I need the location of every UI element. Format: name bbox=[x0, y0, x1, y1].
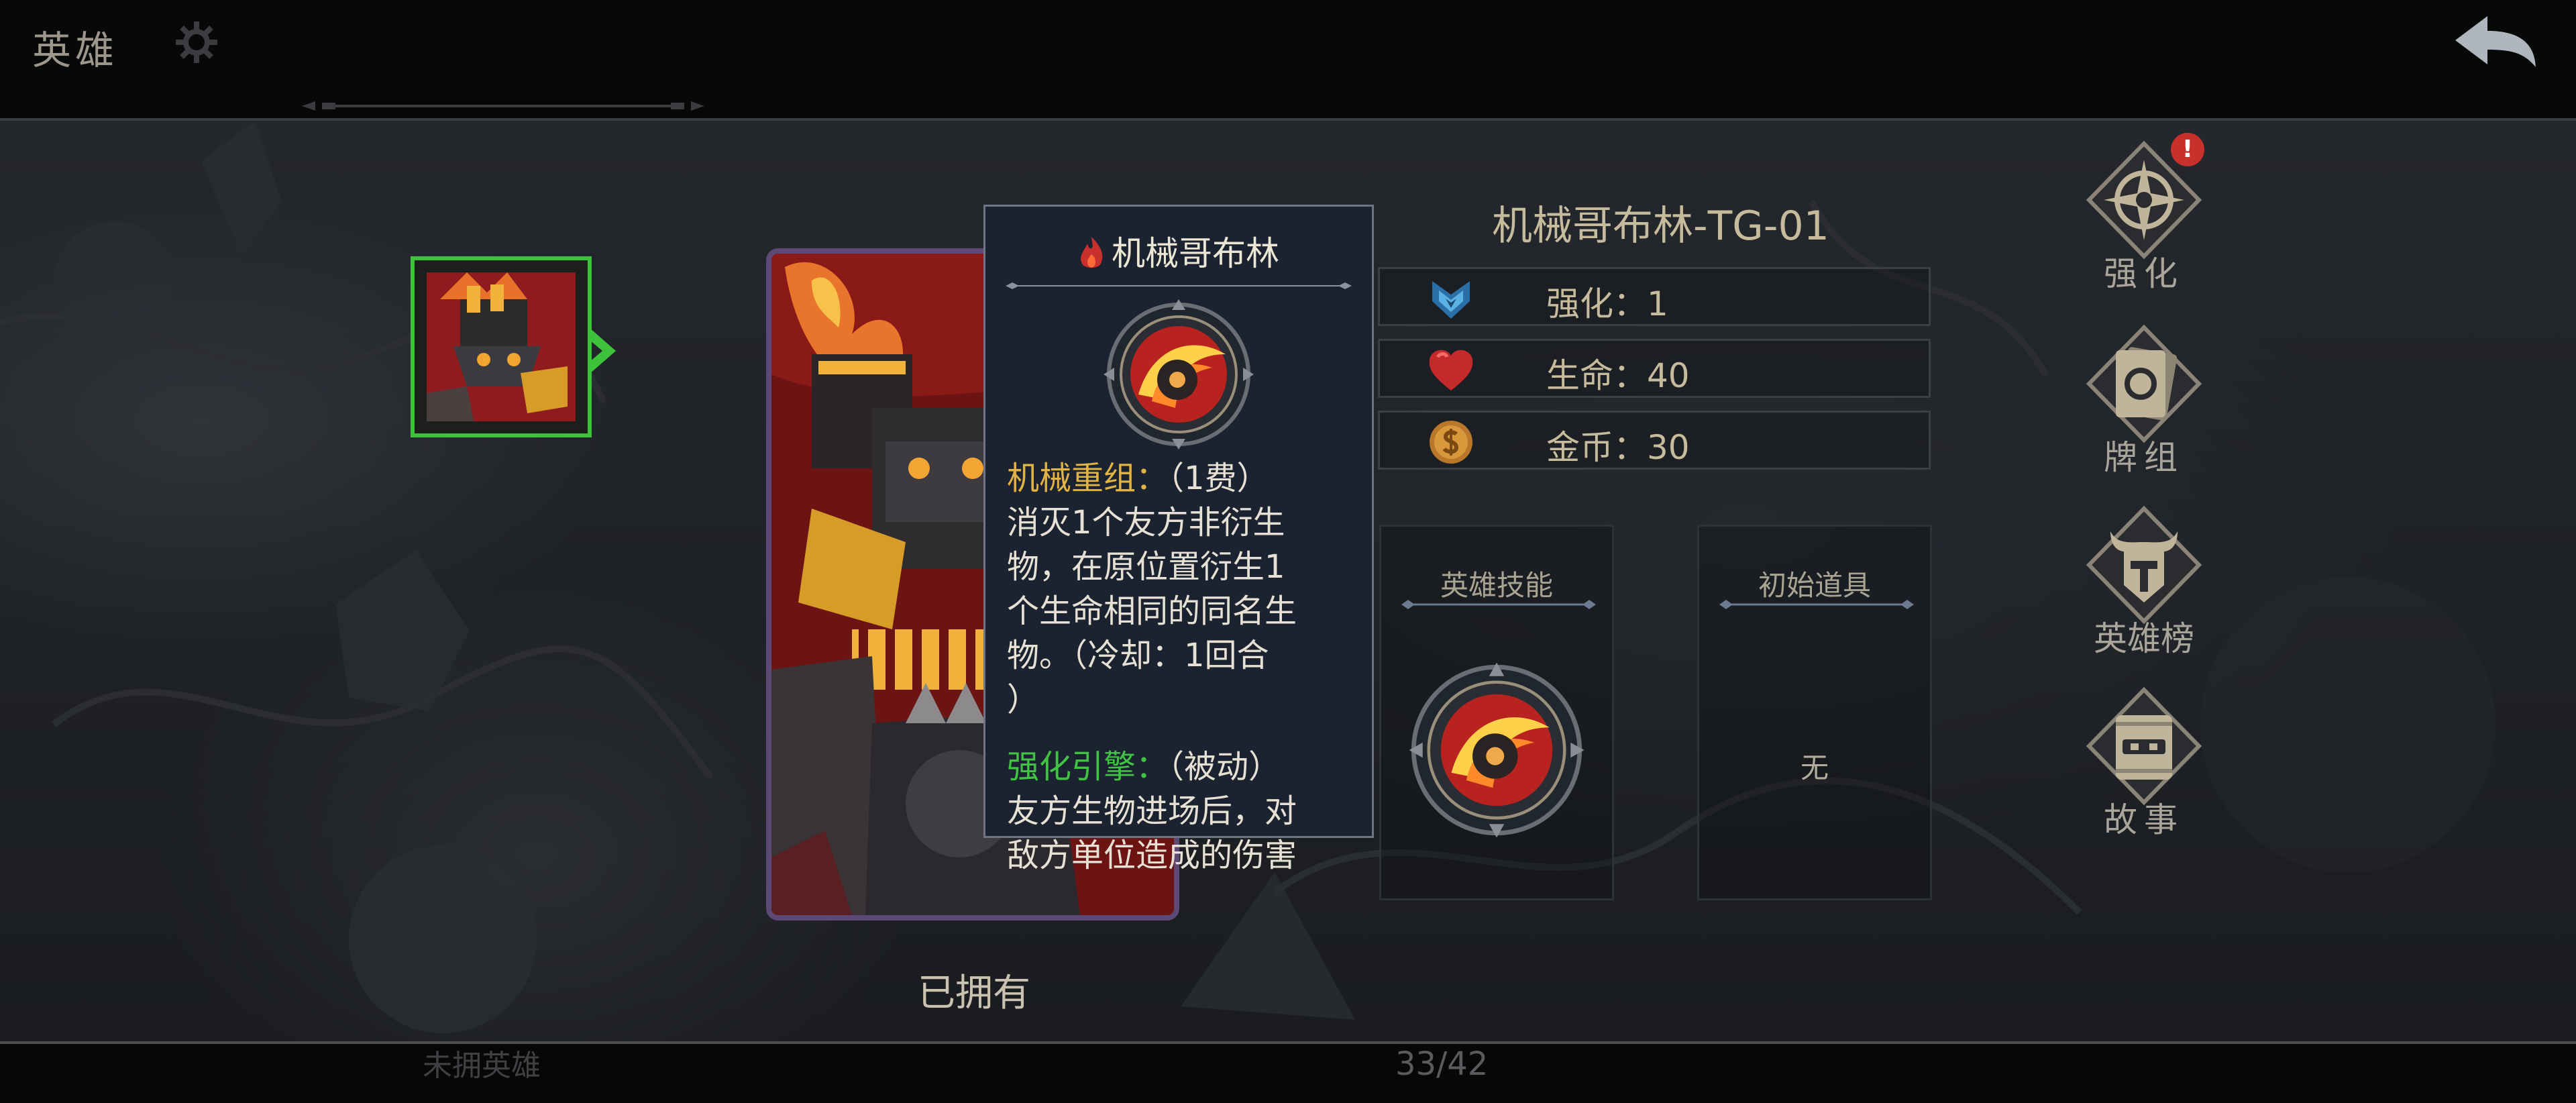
tooltip-header: 机械哥布林 bbox=[985, 227, 1372, 275]
starting-item-panel: 初始道具 无 bbox=[1697, 525, 1932, 900]
coin-icon bbox=[1427, 418, 1475, 466]
tooltip-divider bbox=[1006, 279, 1352, 289]
hero-portrait-image bbox=[427, 272, 576, 421]
bottom-divider bbox=[0, 1041, 2576, 1044]
top-bar: 英雄 bbox=[0, 0, 2576, 121]
cards-icon bbox=[2084, 323, 2204, 444]
skill-emblem-icon bbox=[1098, 294, 1259, 455]
starting-item-title: 初始道具 bbox=[1758, 569, 1871, 602]
skill1-line: 消灭1个友方非衍生 bbox=[1007, 504, 1285, 541]
tooltip-description: 机械重组：（1费） 消灭1个友方非衍生 物，在原位置衍生1 个生命相同的同名生 … bbox=[1007, 456, 1356, 878]
unowned-tab-label[interactable]: 未拥英雄 bbox=[423, 1041, 541, 1084]
skill1-cost: （1费） bbox=[1168, 460, 1269, 497]
bottom-bar: 未拥英雄 33/42 bbox=[0, 1041, 2576, 1103]
skill1-line: 物，在原位置衍生1 bbox=[1007, 548, 1285, 586]
nav-deck-button[interactable]: 牌组 bbox=[2077, 323, 2211, 498]
page-indicator: 33/42 bbox=[1395, 1045, 1489, 1083]
notification-badge: ! bbox=[2171, 133, 2204, 166]
stat-upgrade-label: 强化：1 bbox=[1546, 284, 1668, 323]
skill1-heading: 机械重组：（1费） bbox=[1007, 456, 1356, 501]
page-title: 英雄 bbox=[32, 28, 119, 73]
skill2-name: 强化引擎： bbox=[1007, 748, 1169, 786]
upgrade-icon bbox=[1427, 274, 1475, 323]
stat-gold-row: 金币：30 bbox=[1378, 411, 1931, 470]
stat-upgrade-row: 强化：1 bbox=[1378, 267, 1931, 326]
heart-icon bbox=[1427, 346, 1475, 395]
helmet-icon bbox=[2084, 505, 2204, 625]
skill2-line: 敌方单位造成的伤害 bbox=[1007, 837, 1297, 874]
skill2-heading: 强化引擎：（被动） bbox=[1007, 745, 1356, 789]
hero-skill-panel: 英雄技能 bbox=[1379, 525, 1614, 900]
skill2-type: （被动） bbox=[1168, 748, 1281, 786]
nav-story-label: 故事 bbox=[2104, 800, 2184, 839]
panel-divider bbox=[1401, 599, 1596, 609]
hero-name: 机械哥布林-TG-01 bbox=[1492, 203, 1829, 250]
nav-ranking-button[interactable]: 英雄榜 bbox=[2077, 505, 2211, 679]
back-arrow-icon bbox=[2455, 16, 2536, 67]
skill2-line: 友方生物进场后，对 bbox=[1007, 792, 1297, 830]
scroll-indicator bbox=[302, 101, 704, 111]
skill1-line: 物。（冷却：1回合 bbox=[1007, 637, 1269, 674]
stat-health-row: 生命：40 bbox=[1378, 339, 1931, 398]
nav-deck-label: 牌组 bbox=[2104, 438, 2184, 477]
gear-icon[interactable] bbox=[173, 19, 220, 66]
flame-icon bbox=[1078, 237, 1105, 270]
book-icon bbox=[2084, 686, 2204, 806]
panel-divider bbox=[1719, 599, 1914, 609]
owned-status-label: 已拥有 bbox=[918, 971, 1030, 1015]
selection-arrow-icon bbox=[589, 327, 623, 374]
skill-tooltip: 机械哥布林 机械重组：（1费） 消灭1个友方非衍生 物，在原位置衍生1 个生命相… bbox=[983, 205, 1374, 874]
skill1-line: 个生命相同的同名生 bbox=[1007, 592, 1297, 630]
hero-thumbnail-selected[interactable] bbox=[411, 256, 616, 437]
stat-health-label: 生命：40 bbox=[1546, 356, 1690, 395]
stat-gold-label: 金币：30 bbox=[1546, 428, 1690, 467]
tooltip-card-name: 机械哥布林 bbox=[1112, 234, 1279, 273]
starting-item-value: 无 bbox=[1800, 751, 1829, 784]
skill1-name: 机械重组： bbox=[1007, 460, 1169, 497]
top-divider bbox=[0, 118, 2576, 121]
nav-story-button[interactable]: 故事 bbox=[2077, 686, 2211, 860]
back-button[interactable] bbox=[2449, 12, 2542, 79]
hero-skill-button[interactable] bbox=[1406, 660, 1587, 841]
skill1-line: ） bbox=[1007, 681, 1040, 719]
hero-skill-title: 英雄技能 bbox=[1440, 569, 1553, 602]
nav-ranking-label: 英雄榜 bbox=[2094, 619, 2194, 658]
nav-upgrade-label: 强化 bbox=[2104, 254, 2184, 293]
